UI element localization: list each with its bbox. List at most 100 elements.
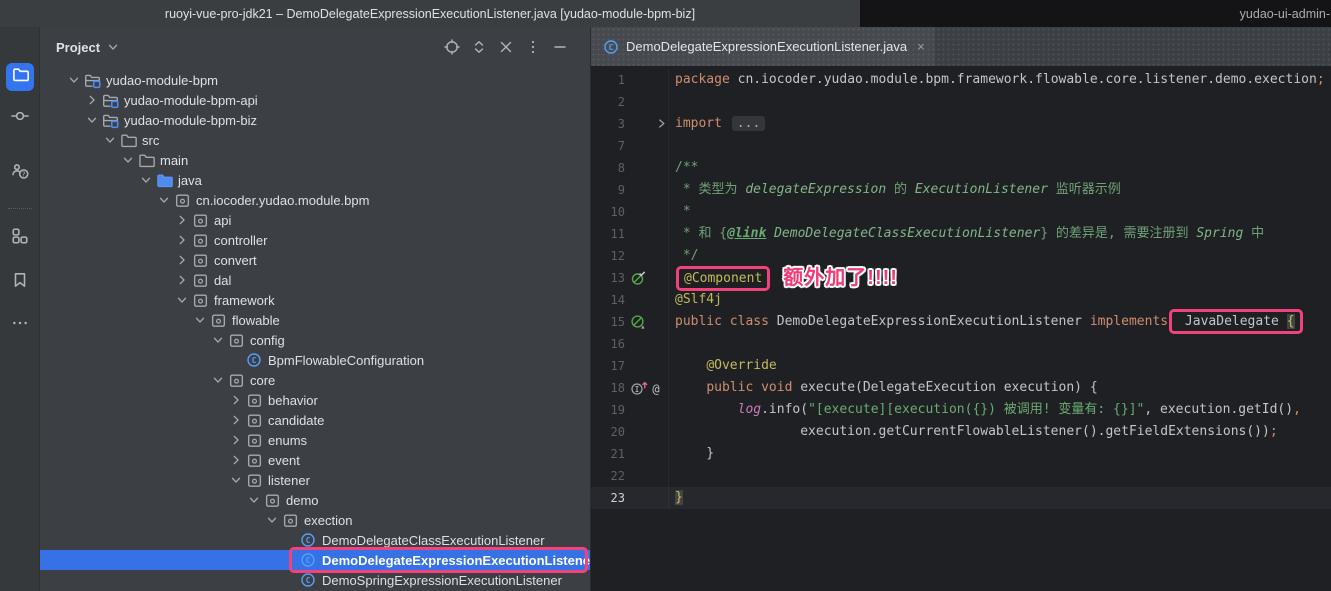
code-editor[interactable]: 1package cn.iocoder.yudao.module.bpm.fra…: [591, 66, 1331, 591]
code-segment: [675, 358, 706, 373]
line-number: 12: [591, 245, 625, 267]
expand-collapse-icon[interactable]: [471, 39, 487, 55]
tree-item-demo[interactable]: demo: [40, 490, 590, 510]
chevron-down-icon[interactable]: [173, 293, 191, 307]
tree-item-enums[interactable]: enums: [40, 430, 590, 450]
chevron-right-icon[interactable]: [227, 433, 245, 447]
tree-item-java[interactable]: java: [40, 170, 590, 190]
code-line-13[interactable]: 13@Component额外加了!!!!: [591, 267, 1331, 289]
chevron-down-icon[interactable]: [245, 493, 263, 507]
gutter: 16: [591, 333, 669, 355]
code-line-3[interactable]: 3import ...: [591, 113, 1331, 135]
chevron-down-icon[interactable]: [209, 373, 227, 387]
tree-item-label: java: [178, 173, 202, 188]
tree-item-main[interactable]: main: [40, 150, 590, 170]
code-line-2[interactable]: 2: [591, 91, 1331, 113]
tree-item-controller[interactable]: controller: [40, 230, 590, 250]
tree-item-demospringexpressionexecutionlistener[interactable]: CDemoSpringExpressionExecutionListener: [40, 570, 590, 590]
chevron-right-icon[interactable]: [83, 93, 101, 107]
code-line-12[interactable]: 12 */: [591, 245, 1331, 267]
code-line-21[interactable]: 21 }: [591, 443, 1331, 465]
tree-item-label: framework: [214, 293, 275, 308]
tree-item-listener[interactable]: listener: [40, 470, 590, 490]
code-line-14[interactable]: 14@Slf4j: [591, 289, 1331, 311]
code-segment: ;: [1317, 72, 1325, 87]
code-line-16[interactable]: 16: [591, 333, 1331, 355]
more-icon: [11, 319, 29, 336]
tree-item-label: convert: [214, 253, 257, 268]
hide-panel-icon[interactable]: [552, 39, 568, 55]
tree-item-exection[interactable]: exection: [40, 510, 590, 530]
tree-item-core[interactable]: core: [40, 370, 590, 390]
tree-item-dal[interactable]: dal: [40, 270, 590, 290]
tree-item-yudao-module-bpm[interactable]: yudao-module-bpm: [40, 70, 590, 90]
editor-tab[interactable]: C DemoDelegateExpressionExecutionListene…: [591, 27, 935, 66]
tree-item-demodelegateclassexecutionlistener[interactable]: CDemoDelegateClassExecutionListener: [40, 530, 590, 550]
code-line-8[interactable]: 8/**: [591, 157, 1331, 179]
chevron-right-icon[interactable]: [173, 253, 191, 267]
chevron-down-icon[interactable]: [101, 133, 119, 147]
commit-tool-button[interactable]: [11, 107, 29, 125]
more-options-icon[interactable]: [525, 39, 541, 55]
collapse-all-icon[interactable]: [498, 39, 514, 55]
chevron-down-icon[interactable]: [191, 313, 209, 327]
chevron-right-icon[interactable]: [227, 413, 245, 427]
chevron-right-icon[interactable]: [227, 393, 245, 407]
code-line-7[interactable]: 7: [591, 135, 1331, 157]
code-line-20[interactable]: 20 execution.getCurrentFlowableListener(…: [591, 421, 1331, 443]
tree-item-src[interactable]: src: [40, 130, 590, 150]
tree-item-bpmflowableconfiguration[interactable]: CBpmFlowableConfiguration: [40, 350, 590, 370]
project-panel-title[interactable]: Project: [56, 40, 100, 55]
spring-bean-icon[interactable]: [630, 314, 646, 330]
tree-item-flowable[interactable]: flowable: [40, 310, 590, 330]
chevron-right-icon[interactable]: [173, 273, 191, 287]
tree-item-yudao-module-bpm-api[interactable]: yudao-module-bpm-api: [40, 90, 590, 110]
more-tool-windows-tool-button[interactable]: [11, 314, 29, 332]
fold-toggle-icon[interactable]: [656, 118, 667, 129]
code-line-17[interactable]: 17 @Override: [591, 355, 1331, 377]
tree-item-api[interactable]: api: [40, 210, 590, 230]
chevron-down-icon[interactable]: [155, 193, 173, 207]
chevron-down-icon[interactable]: [227, 473, 245, 487]
tree-item-framework[interactable]: framework: [40, 290, 590, 310]
pull-requests-tool-button[interactable]: ?: [11, 162, 29, 180]
tree-item-candidate[interactable]: candidate: [40, 410, 590, 430]
chevron-down-icon[interactable]: [83, 113, 101, 127]
structure-tool-button[interactable]: [11, 227, 29, 245]
code-line-1[interactable]: 1package cn.iocoder.yudao.module.bpm.fra…: [591, 69, 1331, 91]
code-line-11[interactable]: 11 * 和 {@link DemoDelegateClassExecution…: [591, 223, 1331, 245]
tree-item-convert[interactable]: convert: [40, 250, 590, 270]
chevron-down-icon[interactable]: [137, 173, 155, 187]
chevron-right-icon[interactable]: [173, 213, 191, 227]
code-segment: {: [1287, 314, 1295, 329]
line-number: 16: [591, 333, 625, 355]
chevron-down-icon[interactable]: [263, 513, 281, 527]
code-line-22[interactable]: 22: [591, 465, 1331, 487]
bookmarks-tool-button[interactable]: [11, 271, 29, 289]
project-tool-button[interactable]: [6, 63, 34, 91]
code-line-9[interactable]: 9 * 类型为 delegateExpression 的 ExecutionLi…: [591, 179, 1331, 201]
tree-item-yudao-module-bpm-biz[interactable]: yudao-module-bpm-biz: [40, 110, 590, 130]
tree-item-behavior[interactable]: behavior: [40, 390, 590, 410]
tree-item-demodelegateexpressionexecutionlistener[interactable]: CDemoDelegateExpressionExecutionListener: [40, 550, 590, 570]
chevron-right-icon[interactable]: [173, 233, 191, 247]
chevron-down-icon[interactable]: [106, 40, 120, 54]
close-icon[interactable]: ×: [917, 40, 925, 53]
module-icon: [101, 92, 119, 109]
code-line-15[interactable]: 15public class DemoDelegateExpressionExe…: [591, 311, 1331, 333]
chevron-down-icon[interactable]: [209, 333, 227, 347]
tree-item-config[interactable]: config: [40, 330, 590, 350]
code-line-23[interactable]: 23}: [591, 487, 1331, 509]
tree-item-cn.iocoder.yudao.module.bpm[interactable]: cn.iocoder.yudao.module.bpm: [40, 190, 590, 210]
code-line-19[interactable]: 19 log.info("[execute][execution({}) 被调用…: [591, 399, 1331, 421]
spring-bean-check-icon[interactable]: [630, 270, 646, 286]
chevron-right-icon[interactable]: [227, 453, 245, 467]
chevron-down-icon[interactable]: [119, 153, 137, 167]
code-line-10[interactable]: 10 *: [591, 201, 1331, 223]
tree-item-event[interactable]: event: [40, 450, 590, 470]
gutter: 14: [591, 289, 669, 311]
chevron-down-icon[interactable]: [65, 73, 83, 87]
code-line-18[interactable]: 18I@ public void execute(DelegateExecuti…: [591, 377, 1331, 399]
select-opened-file-icon[interactable]: [444, 39, 460, 55]
implements-method-and-annotation-icon[interactable]: I@: [630, 380, 666, 396]
